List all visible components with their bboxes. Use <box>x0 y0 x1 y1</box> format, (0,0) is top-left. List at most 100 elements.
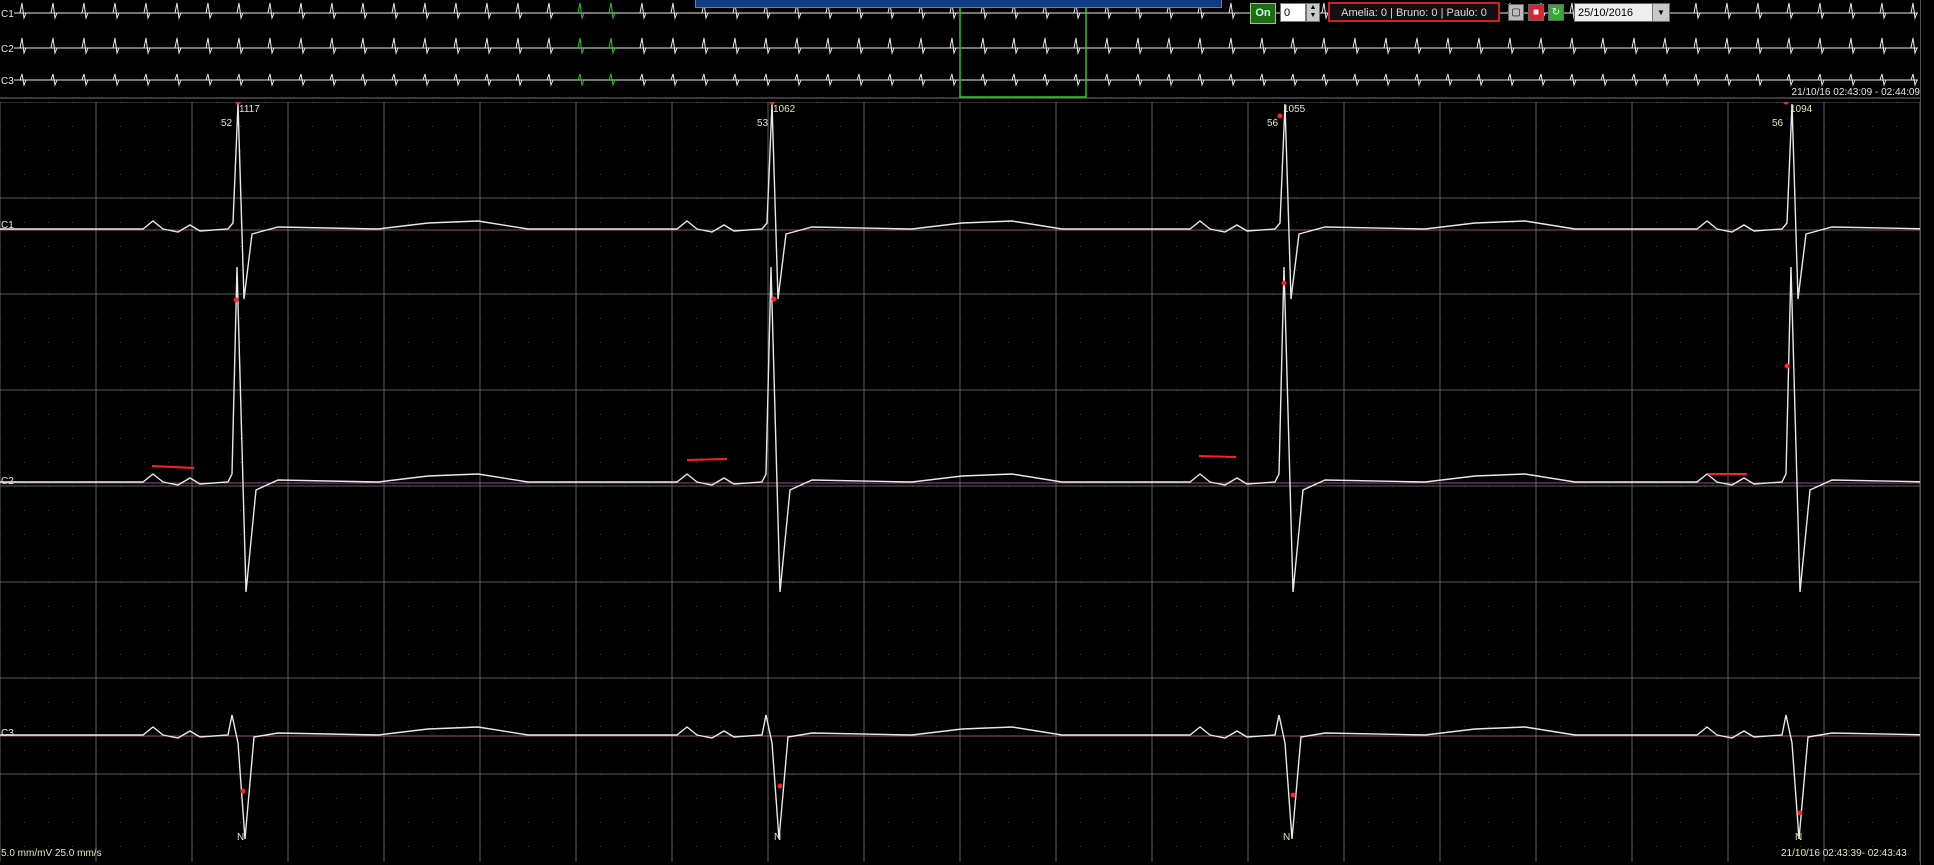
grid-dot <box>456 126 457 127</box>
grid-dot <box>1896 750 1897 751</box>
grid-dot <box>744 630 745 631</box>
grid-dot <box>816 510 817 511</box>
grid-dot <box>1032 606 1033 607</box>
grid-dot <box>912 342 913 343</box>
dialog-titlebar[interactable] <box>695 0 1222 8</box>
grid-dot <box>792 126 793 127</box>
grid-dot <box>648 438 649 439</box>
grid-dot <box>744 222 745 223</box>
overview-beat <box>143 37 151 55</box>
grid-dot <box>1752 318 1753 319</box>
grid-dot <box>1704 558 1705 559</box>
grid-dot <box>504 174 505 175</box>
grid-dot <box>1608 126 1609 127</box>
counter-stepper[interactable]: ▲ ▼ <box>1306 3 1320 22</box>
beat-marker <box>240 788 246 794</box>
overview-beat <box>112 37 120 55</box>
grid-dot <box>1392 726 1393 727</box>
grid-dot <box>1752 270 1753 271</box>
grid-dot <box>1872 630 1873 631</box>
grid-dot <box>456 750 457 751</box>
beat-marker <box>771 296 777 302</box>
refresh-icon[interactable]: ↻ <box>1548 4 1564 21</box>
grid-dot <box>1320 606 1321 607</box>
grid-dot <box>744 846 745 847</box>
grid-dot <box>1848 822 1849 823</box>
grid-dot <box>648 366 649 367</box>
grid-dot <box>912 414 913 415</box>
ecg-chart[interactable] <box>0 102 1920 862</box>
grid-dot <box>624 222 625 223</box>
grid-dot <box>1368 414 1369 415</box>
grid-dot <box>840 438 841 439</box>
grid-dot <box>1104 414 1105 415</box>
grid-dot <box>936 846 937 847</box>
grid-dot <box>1416 798 1417 799</box>
overview-beat <box>81 37 89 55</box>
grid-dot <box>1224 246 1225 247</box>
grid-dot <box>1464 342 1465 343</box>
chevron-down-icon[interactable]: ▼ <box>1652 4 1669 21</box>
overview-beat <box>298 37 306 55</box>
main-ecg-view[interactable]: C1 C2 C3 52 1117 53 1062 56 1055 56 1094… <box>0 102 1920 862</box>
stop-icon[interactable]: ■ <box>1528 4 1544 21</box>
grid-dot <box>1176 750 1177 751</box>
grid-dot <box>1488 534 1489 535</box>
grid-dot <box>48 366 49 367</box>
counter-input[interactable]: 0 <box>1280 3 1306 22</box>
overview-beat <box>391 37 399 55</box>
grid-dot <box>432 342 433 343</box>
grid-dot <box>456 174 457 175</box>
grid-dot <box>360 798 361 799</box>
grid-dot <box>1800 630 1801 631</box>
grid-dot <box>1104 462 1105 463</box>
grid-dot <box>1200 462 1201 463</box>
overview-beat <box>1011 37 1019 55</box>
grid-dot <box>1752 702 1753 703</box>
grid-dot <box>120 822 121 823</box>
grid-dot <box>1032 534 1033 535</box>
grid-dot <box>1752 438 1753 439</box>
grid-dot <box>552 342 553 343</box>
arrow-up-icon[interactable]: ▲ <box>1310 4 1317 11</box>
grid-dot <box>1584 558 1585 559</box>
scale-info: 5.0 mm/mV 25.0 mm/s <box>1 848 102 859</box>
grid-dot <box>1656 798 1657 799</box>
grid-dot <box>984 726 985 727</box>
on-toggle-button[interactable]: On <box>1250 3 1276 24</box>
overview-beat <box>515 2 523 20</box>
vertical-scrollbar[interactable] <box>1920 0 1934 865</box>
grid-dot <box>1704 654 1705 655</box>
date-select[interactable]: 25/10/2016 ▼ <box>1574 3 1670 22</box>
grid-dot <box>1272 366 1273 367</box>
grid-dot <box>528 318 529 319</box>
grid-dot <box>1296 270 1297 271</box>
grid-dot <box>432 414 433 415</box>
grid-dot <box>1896 702 1897 703</box>
grid-dot <box>1776 366 1777 367</box>
grid-dot <box>312 510 313 511</box>
grid-dot <box>24 174 25 175</box>
grid-dot <box>984 438 985 439</box>
grid-dot <box>840 342 841 343</box>
grid-dot <box>240 534 241 535</box>
grid-dot <box>360 846 361 847</box>
grid-dot <box>1560 246 1561 247</box>
grid-dot <box>216 174 217 175</box>
overview-beat <box>1290 37 1298 55</box>
grid-dot <box>1296 414 1297 415</box>
grid-dot <box>984 414 985 415</box>
grid-dot <box>720 318 721 319</box>
overview-beat <box>236 37 244 55</box>
grid-dot <box>1488 318 1489 319</box>
grid-dot <box>1608 726 1609 727</box>
grid-dot <box>1176 366 1177 367</box>
grid-dot <box>1680 270 1681 271</box>
grid-dot <box>456 702 457 703</box>
grid-dot <box>528 366 529 367</box>
copy-icon[interactable]: ▢ <box>1508 4 1524 21</box>
grid-dot <box>264 630 265 631</box>
grid-dot <box>888 726 889 727</box>
arrow-down-icon[interactable]: ▼ <box>1310 12 1317 19</box>
grid-dot <box>1080 750 1081 751</box>
